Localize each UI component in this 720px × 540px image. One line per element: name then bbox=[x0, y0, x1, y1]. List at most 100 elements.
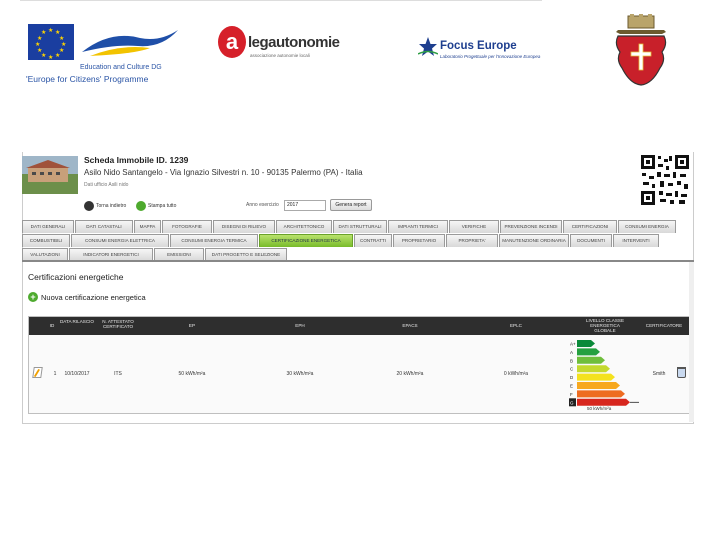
tab-manutenzione-ordinaria[interactable]: MANUTENZIONE ORDINARIA bbox=[499, 234, 569, 247]
cell-eplc: 0 kWh/m²a bbox=[503, 371, 529, 377]
new-certification-button[interactable]: + Nuova certificazione energetica bbox=[28, 292, 146, 302]
energy-value: 50 kWh/m²a bbox=[587, 406, 612, 411]
focus-europe-tagline: Laboratorio Progettuale per l'Innovazion… bbox=[440, 54, 541, 59]
year-select[interactable]: 2017 bbox=[284, 200, 326, 211]
col-date: DATA RILASCIO bbox=[59, 319, 95, 324]
tab-architettonico[interactable]: ARCHITETTONICO bbox=[276, 220, 332, 233]
new-certification-label: Nuova certificazione energetica bbox=[41, 292, 146, 302]
col-number: N. ATTESTATO CERTIFICATO bbox=[102, 319, 134, 329]
tab-mappa[interactable]: MAPPA bbox=[134, 220, 161, 233]
focus-europe-logo: Focus Europe Laboratorio Progettuale per… bbox=[418, 36, 548, 66]
property-title: Scheda Immobile ID. 1239 bbox=[84, 155, 189, 165]
tab-fotografie[interactable]: FOTOGRAFIE bbox=[162, 220, 212, 233]
year-label: Anno esercizio bbox=[246, 202, 279, 208]
energy-bar-b bbox=[577, 356, 605, 364]
legautonomie-tagline: associazione autonomie locali bbox=[250, 53, 310, 58]
energy-class-label: A bbox=[570, 350, 573, 355]
tab-row-1: DATI GENERALI DATI CATASTALI MAPPA FOTOGRAF… bbox=[22, 220, 677, 233]
tab-prevenzione-incendi[interactable]: PREVENZIONE INCENDI bbox=[500, 220, 562, 233]
tab-interventi[interactable]: INTERVENTI bbox=[613, 234, 659, 247]
energy-class-label: A+ bbox=[570, 342, 576, 347]
col-eph: EPH bbox=[295, 323, 305, 328]
energy-bar-aplus bbox=[577, 340, 595, 347]
action-bar: Torna indietro Stampa tutto Anno eserciz… bbox=[84, 199, 384, 213]
table-row[interactable]: 1 10/10/2017 ITS 50 kWh/m²a 30 kWh/m²a 2… bbox=[29, 335, 689, 413]
cell-number: ITS bbox=[114, 371, 122, 377]
tab-proprietario[interactable]: PROPRIETARIO bbox=[393, 234, 445, 247]
tab-row-2: COMBUSTIBILI CONSUMI ENERGIA ELETTRICA CON… bbox=[22, 234, 660, 247]
eu-dg-label: Education and Culture DG bbox=[80, 64, 162, 71]
property-address: Asilo Nido Santangelo - Via Ignazio Silv… bbox=[84, 168, 363, 177]
energy-class-label: G bbox=[570, 400, 574, 405]
tab-dati-catastali[interactable]: DATI CATASTALI bbox=[75, 220, 133, 233]
table-header: ID DATA RILASCIO N. ATTESTATO CERTIFICAT… bbox=[29, 317, 689, 335]
tab-verifiche[interactable]: VERIFICHE bbox=[449, 220, 499, 233]
energy-bar-c bbox=[577, 365, 610, 373]
tab-contratti[interactable]: CONTRATTI bbox=[354, 234, 392, 247]
energy-class-label: F bbox=[570, 392, 573, 397]
legautonomie-name: legautonomie bbox=[248, 34, 340, 51]
tab-proprieta[interactable]: PROPRIETA' bbox=[446, 234, 498, 247]
tab-consumi-energia-termica[interactable]: CONSUMI ENERGIA TERMICA bbox=[170, 234, 258, 247]
focus-europe-name: Focus Europe bbox=[440, 40, 517, 52]
property-note: Dati ufficio Asili nido bbox=[84, 182, 129, 188]
energy-bar-d bbox=[577, 373, 615, 381]
cell-ep: 50 kWh/m²a bbox=[178, 371, 206, 377]
energy-class-label: B bbox=[570, 358, 573, 363]
back-label: Torna indietro bbox=[96, 202, 127, 209]
tab-dati-strutturali[interactable]: DATI STRUTTURALI bbox=[333, 220, 387, 233]
generate-report-button[interactable]: Genera report bbox=[330, 199, 372, 211]
col-id: ID bbox=[49, 323, 55, 328]
eu-flag-icon: ★ ★ ★ ★ ★ ★ ★ ★ ★ ★ ★ ★ bbox=[28, 24, 74, 61]
cell-certifier: Smith bbox=[652, 371, 666, 377]
tab-impianti-termici[interactable]: IMPIANTI TERMICI bbox=[388, 220, 448, 233]
section-title: Certificazioni energetiche bbox=[28, 272, 124, 282]
cell-date: 10/10/2017 bbox=[64, 371, 90, 377]
delete-icon[interactable] bbox=[677, 367, 686, 378]
energy-class-label: D bbox=[570, 375, 574, 380]
tab-certificazioni[interactable]: CERTIFICAZIONI bbox=[563, 220, 617, 233]
palermo-crest-icon bbox=[615, 14, 667, 86]
focus-europe-star-icon bbox=[418, 37, 438, 56]
top-divider bbox=[20, 0, 542, 1]
energy-class-chart: A+ ABCDEFG bbox=[569, 340, 639, 407]
col-epacs: EPACS bbox=[402, 323, 418, 328]
add-icon: + bbox=[28, 292, 38, 302]
tab-documenti[interactable]: DOCUMENTI bbox=[570, 234, 612, 247]
energy-bar-f bbox=[577, 390, 625, 398]
cell-id: 1 bbox=[53, 371, 57, 377]
back-arrow-icon bbox=[84, 200, 94, 211]
tab-combustibili[interactable]: COMBUSTIBILI bbox=[22, 234, 70, 247]
legautonomie-mark-icon: a bbox=[218, 26, 246, 58]
col-certifier: CERTIFICATORE bbox=[645, 323, 683, 328]
energy-class-label: C bbox=[570, 367, 574, 372]
eu-logo: ★ ★ ★ ★ ★ ★ ★ ★ ★ ★ ★ ★ Education and Culture … bbox=[24, 22, 184, 84]
print-icon bbox=[136, 200, 146, 211]
col-energy-class: LIVELLO CLASSE ENERGETICA GLOBALE bbox=[585, 318, 625, 333]
col-eplc: EPLC bbox=[509, 323, 522, 328]
eu-programme-label: 'Europe for Citizens' Programme bbox=[26, 74, 149, 84]
energy-bar-g bbox=[577, 398, 630, 406]
energy-bar-a bbox=[577, 348, 600, 356]
tab-certificazione-energetica[interactable]: CERTIFICAZIONE ENERGETICA bbox=[259, 234, 353, 247]
tab-dati-generali[interactable]: DATI GENERALI bbox=[22, 220, 74, 233]
certifications-table: ID DATA RILASCIO N. ATTESTATO CERTIFICAT… bbox=[28, 316, 690, 414]
tab-consumi-energia-elettrica[interactable]: CONSUMI ENERGIA ELETTRICA bbox=[71, 234, 169, 247]
qr-code bbox=[640, 154, 690, 206]
edit-icon[interactable] bbox=[32, 367, 43, 378]
energy-class-label: E bbox=[570, 384, 573, 389]
energy-bar-e bbox=[577, 382, 620, 389]
building-photo bbox=[22, 156, 78, 194]
print-all-button[interactable]: Stampa tutto bbox=[136, 199, 176, 212]
cell-epacs: 20 kWh/m²a bbox=[396, 371, 424, 377]
slide: ★ ★ ★ ★ ★ ★ ★ ★ ★ ★ ★ ★ Education and Culture … bbox=[0, 0, 720, 540]
back-button[interactable]: Torna indietro bbox=[84, 199, 126, 212]
print-label: Stampa tutto bbox=[148, 202, 177, 209]
legautonomie-logo: a legautonomie associazione autonomie lo… bbox=[218, 26, 348, 62]
cell-eph: 30 kWh/m²a bbox=[286, 371, 314, 377]
eu-bird-icon bbox=[82, 30, 178, 56]
tab-underline bbox=[22, 260, 694, 262]
scrollbar[interactable] bbox=[689, 262, 694, 422]
tab-disegni-di-rilievo[interactable]: DISEGNI DI RILIEVO bbox=[213, 220, 275, 233]
tab-consumi-energia[interactable]: CONSUMI ENERGIA bbox=[618, 220, 676, 233]
